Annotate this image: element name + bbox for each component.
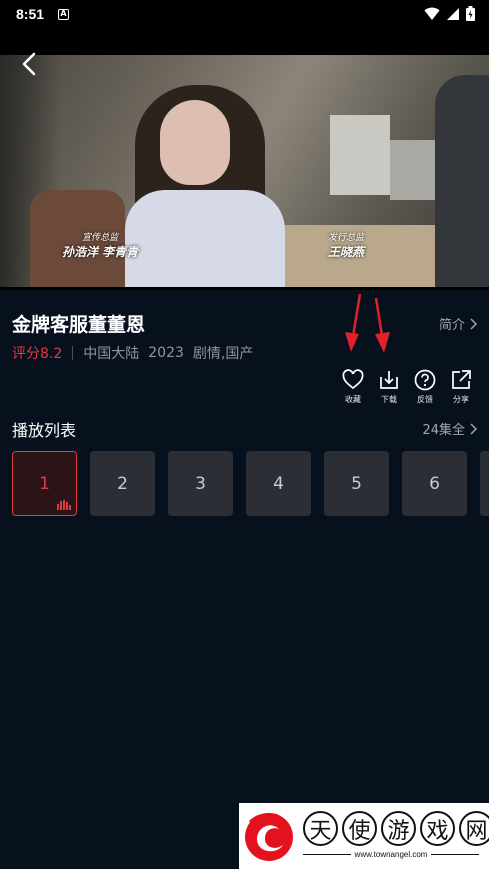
status-time: 8:51 — [16, 6, 45, 22]
notification-icon: A — [58, 8, 70, 20]
watermark-char: 网 — [459, 811, 489, 846]
rating: 评分8.2 — [12, 346, 63, 362]
episode-button[interactable]: 1 — [12, 451, 77, 516]
credit-names: 王晓燕 — [328, 245, 365, 259]
watermark-char: 游 — [381, 811, 416, 846]
intro-label: 简介 — [438, 318, 465, 333]
site-watermark: 天 使 游 戏 网 www.townangel.com — [239, 803, 489, 869]
credit-distribution: 发行总监 王晓燕 — [328, 230, 364, 260]
episode-number: 4 — [273, 473, 284, 494]
video-frame: 宣传总监 孙浩洋 李青青 发行总监 王晓燕 — [0, 55, 489, 287]
intro-link[interactable]: 简介 — [439, 314, 477, 333]
show-meta: 评分8.2 中国大陆 2023 剧情,国产 — [12, 343, 253, 363]
credit-publicity: 宣传总监 孙浩洋 李青青 — [62, 230, 138, 260]
video-foreground-person — [435, 75, 489, 287]
divider — [303, 854, 351, 855]
episode-number: 6 — [429, 473, 440, 494]
all-episodes-label: 24集全 — [422, 423, 465, 438]
watermark-char: 使 — [342, 811, 377, 846]
watermark-char: 戏 — [420, 811, 455, 846]
episode-number: 3 — [195, 473, 206, 494]
share-icon — [452, 370, 471, 389]
status-icons — [424, 6, 475, 21]
share-label: 分享 — [453, 395, 469, 404]
chevron-right-icon — [470, 317, 477, 330]
genre: 剧情,国产 — [192, 346, 254, 362]
episode-button[interactable]: 2 — [90, 451, 155, 516]
show-title: 金牌客服董董恩 — [12, 314, 146, 336]
townangel-logo-icon — [245, 813, 293, 861]
episode-list: 1 2 3 4 5 6 — [12, 451, 489, 516]
episode-button[interactable]: 6 — [402, 451, 467, 516]
watermark-chars: 天 使 游 戏 网 — [303, 811, 489, 846]
all-episodes-link[interactable]: 24集全 — [422, 419, 477, 438]
meta-divider — [72, 346, 74, 360]
feedback-button[interactable]: 反馈 — [411, 368, 439, 405]
watermark-url: www.townangel.com — [354, 850, 428, 859]
video-actress-body — [125, 190, 285, 287]
credit-names: 孙浩洋 李青青 — [62, 245, 139, 259]
favorite-label: 收藏 — [345, 395, 361, 404]
episode-number: 1 — [39, 473, 50, 494]
action-bar: 收藏 下载 反馈 分享 — [339, 368, 475, 405]
video-actress-face — [160, 100, 230, 185]
watermark-char: 天 — [303, 811, 338, 846]
favorite-button[interactable]: 收藏 — [339, 368, 367, 405]
divider — [431, 854, 480, 855]
episode-button[interactable]: 3 — [168, 451, 233, 516]
credit-role: 发行总监 — [328, 233, 365, 243]
episode-number: 2 — [117, 473, 128, 494]
episode-button[interactable]: 4 — [246, 451, 311, 516]
download-button[interactable]: 下载 — [375, 368, 403, 405]
battery-icon — [466, 6, 475, 21]
episode-button[interactable]: 5 — [324, 451, 389, 516]
watermark-url-row: www.townangel.com — [303, 850, 480, 859]
chevron-right-icon — [470, 422, 477, 435]
episode-number: 5 — [351, 473, 362, 494]
signal-icon — [447, 7, 459, 20]
credit-role: 宣传总监 — [82, 233, 119, 243]
heart-icon — [342, 369, 364, 390]
video-player[interactable]: 宣传总监 孙浩洋 李青青 发行总监 王晓燕 — [0, 28, 489, 290]
year: 2023 — [148, 345, 184, 361]
status-bar: 8:51 A — [0, 0, 489, 28]
download-label: 下载 — [381, 395, 397, 404]
episode-button[interactable] — [480, 451, 489, 516]
annotation-arrow-icon — [345, 293, 362, 352]
share-button[interactable]: 分享 — [447, 368, 475, 405]
video-printer — [330, 115, 390, 195]
wifi-icon — [424, 7, 440, 20]
feedback-label: 反馈 — [417, 395, 433, 404]
back-arrow-icon[interactable] — [16, 50, 44, 78]
download-icon — [380, 371, 398, 389]
annotation-arrow-icon — [374, 297, 390, 353]
playlist-title: 播放列表 — [12, 421, 77, 440]
playing-icon — [57, 500, 71, 510]
region: 中国大陆 — [83, 346, 140, 362]
help-icon — [414, 369, 436, 391]
